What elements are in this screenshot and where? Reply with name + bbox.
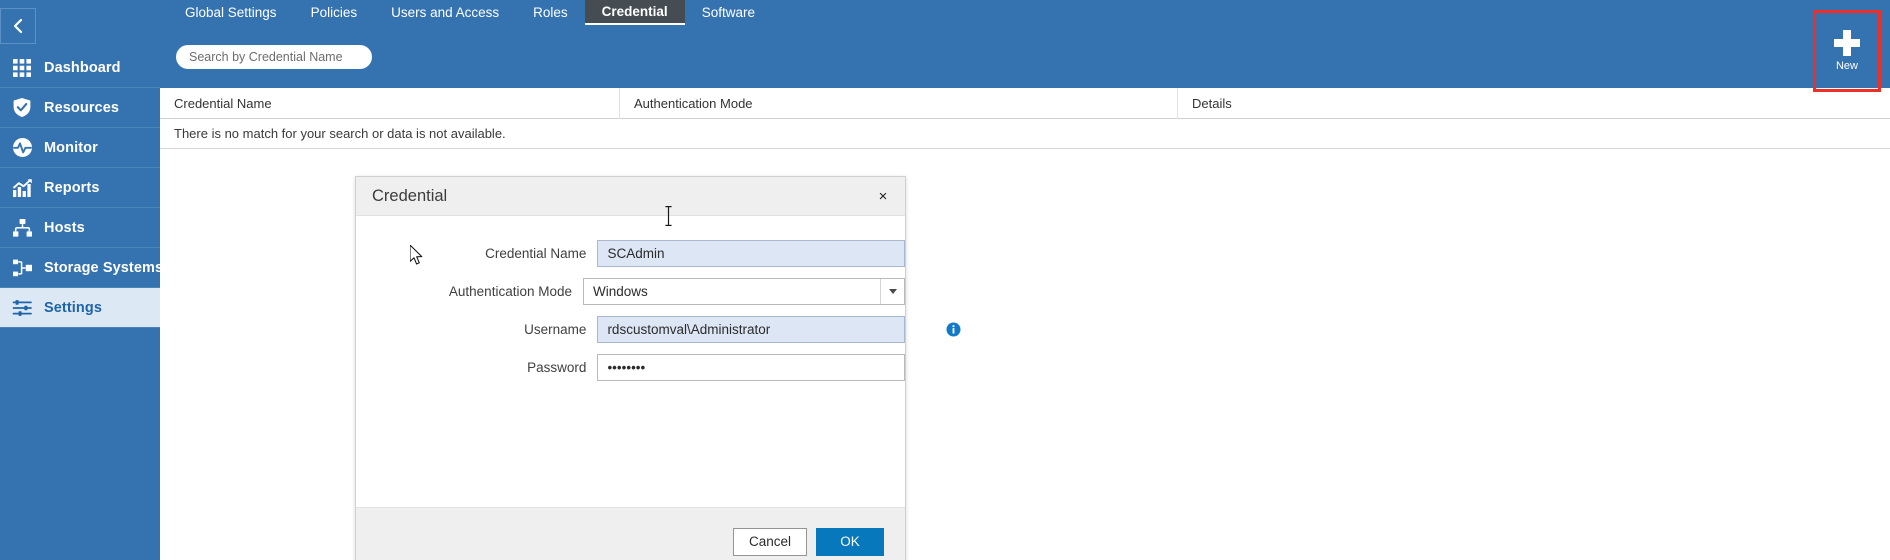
sidebar-item-storage-systems[interactable]: Storage Systems xyxy=(0,248,160,288)
bar-chart-icon xyxy=(0,178,44,198)
dialog-body: Credential Name Authentication Mode Wind… xyxy=(356,216,905,507)
tab-users-and-access[interactable]: Users and Access xyxy=(374,0,516,25)
dialog-footer: Cancel OK xyxy=(356,507,905,560)
form-row-authentication-mode: Authentication Mode Windows xyxy=(356,278,905,305)
credential-name-input[interactable] xyxy=(597,240,905,267)
sidebar-item-dashboard[interactable]: Dashboard xyxy=(0,48,160,88)
sliders-icon xyxy=(0,299,44,317)
table-empty-message: There is no match for your search or dat… xyxy=(160,119,1890,149)
credential-name-label: Credential Name xyxy=(356,246,597,261)
tab-policies[interactable]: Policies xyxy=(294,0,375,25)
sidebar-item-hosts[interactable]: Hosts xyxy=(0,208,160,248)
application-window: Dashboard Resources Mo xyxy=(0,0,1890,560)
settings-tab-bar: Global Settings Policies Users and Acces… xyxy=(168,0,772,25)
text-ibeam-cursor xyxy=(664,205,673,232)
chevron-left-icon xyxy=(11,17,25,35)
form-row-password: Password xyxy=(356,354,905,381)
top-bar: Global Settings Policies Users and Acces… xyxy=(160,0,1890,88)
chevron-down-icon[interactable] xyxy=(880,279,904,304)
sidebar-collapse-button[interactable] xyxy=(0,8,36,44)
info-icon[interactable] xyxy=(946,322,961,337)
sidebar-item-label: Settings xyxy=(44,300,102,316)
sidebar-item-resources[interactable]: Resources xyxy=(0,88,160,128)
sidebar-item-label: Resources xyxy=(44,100,119,116)
close-icon[interactable]: × xyxy=(873,186,893,206)
grid-icon xyxy=(0,58,44,78)
form-row-username: Username xyxy=(356,316,905,343)
search-container xyxy=(176,45,372,69)
network-tree-icon xyxy=(0,218,44,238)
column-header-authentication-mode[interactable]: Authentication Mode xyxy=(620,88,1178,119)
authentication-mode-label: Authentication Mode xyxy=(356,284,583,299)
storage-nodes-icon xyxy=(0,258,44,278)
sidebar-item-settings[interactable]: Settings xyxy=(0,288,160,328)
form-row-credential-name: Credential Name xyxy=(356,240,905,267)
column-header-credential-name[interactable]: Credential Name xyxy=(160,88,620,119)
authentication-mode-select-wrap: Windows xyxy=(583,278,905,305)
sidebar-nav-list: Dashboard Resources Mo xyxy=(0,48,160,328)
tab-software[interactable]: Software xyxy=(685,0,772,25)
sidebar-item-label: Monitor xyxy=(44,140,98,156)
tab-global-settings[interactable]: Global Settings xyxy=(168,0,294,25)
sidebar-item-label: Dashboard xyxy=(44,60,121,76)
username-label: Username xyxy=(356,322,597,337)
cancel-button[interactable]: Cancel xyxy=(733,528,807,556)
mouse-arrow-cursor xyxy=(410,245,425,272)
table-header-row: Credential Name Authentication Mode Deta… xyxy=(160,88,1890,119)
new-button-highlight xyxy=(1813,10,1881,92)
pulse-circle-icon xyxy=(0,137,44,158)
caret-shape xyxy=(889,289,897,294)
sidebar-item-monitor[interactable]: Monitor xyxy=(0,128,160,168)
sidebar-item-label: Hosts xyxy=(44,220,85,236)
tab-credential[interactable]: Credential xyxy=(585,0,685,25)
password-input[interactable] xyxy=(597,354,905,381)
search-input[interactable] xyxy=(176,45,372,69)
column-header-details[interactable]: Details xyxy=(1178,88,1890,119)
sidebar-item-label: Storage Systems xyxy=(44,260,163,276)
tab-roles[interactable]: Roles xyxy=(516,0,585,25)
sidebar-item-reports[interactable]: Reports xyxy=(0,168,160,208)
authentication-mode-value: Windows xyxy=(593,284,648,299)
credential-dialog: Credential × Credential Name Authenticat… xyxy=(355,176,906,560)
password-label: Password xyxy=(356,360,597,375)
dialog-title: Credential xyxy=(356,187,447,206)
shield-check-icon xyxy=(0,97,44,118)
sidebar: Dashboard Resources Mo xyxy=(0,0,160,560)
sidebar-item-label: Reports xyxy=(44,180,100,196)
username-input[interactable] xyxy=(597,316,905,343)
authentication-mode-select[interactable]: Windows xyxy=(583,278,905,305)
dialog-header: Credential × xyxy=(356,177,905,216)
ok-button[interactable]: OK xyxy=(816,528,884,556)
